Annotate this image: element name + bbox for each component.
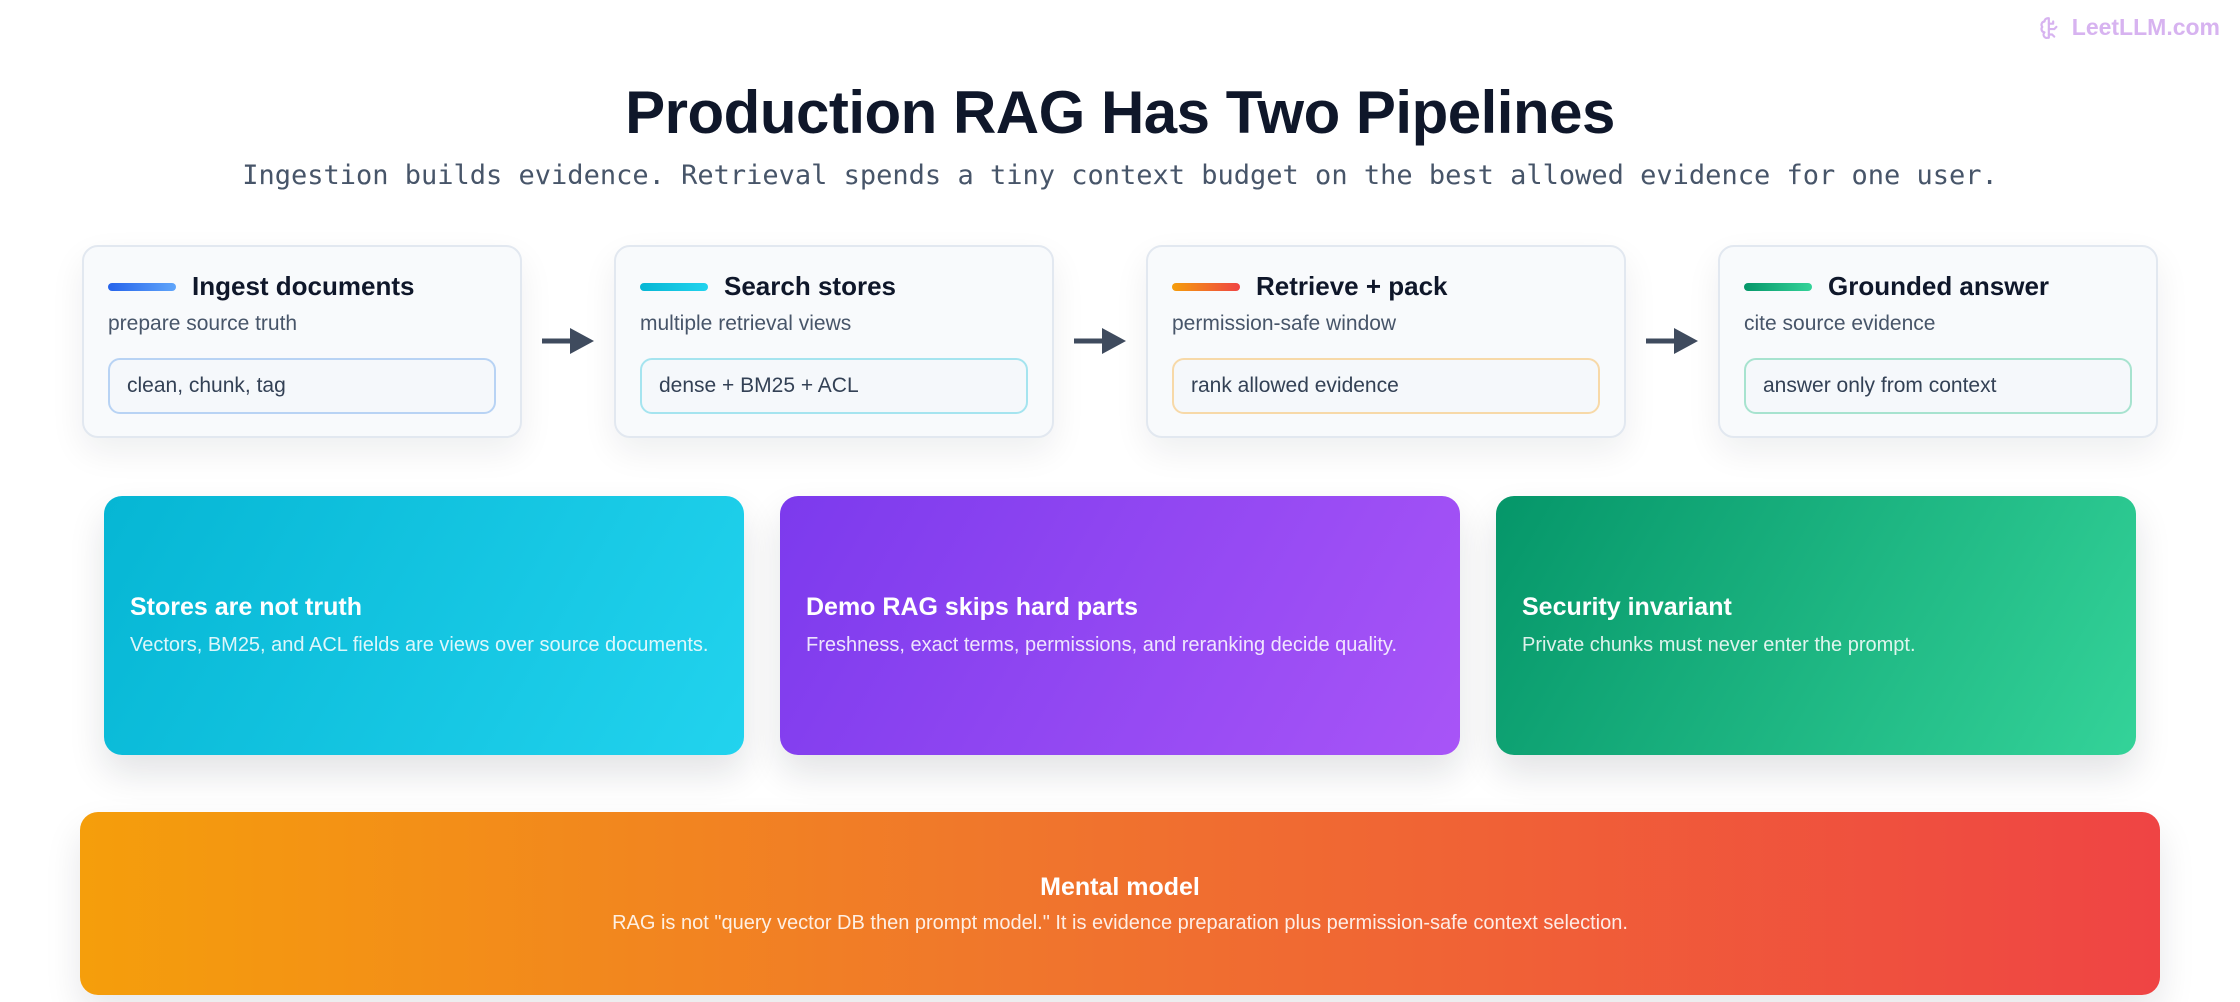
step-subtitle: permission-safe window [1172,312,1397,335]
step-grounded-answer: Grounded answer cite source evidence ans… [1718,245,2158,438]
arrow-right-icon [542,328,594,354]
step-title: Grounded answer [1828,271,2050,301]
brain-icon [2040,16,2058,39]
step-accent-bar [1744,282,1812,291]
brand-label: LeetLLM.com [2071,14,2220,40]
brand-logo: LeetLLM.com [2038,14,2220,41]
arrow-right-icon [1074,328,1126,354]
page-title: Production RAG Has Two Pipelines [625,79,1615,146]
step-subtitle: cite source evidence [1744,312,1936,335]
arrow-right-icon [1646,328,1698,354]
step-title: Ingest documents [192,271,415,301]
step-subtitle: prepare source truth [108,312,298,335]
card-title: Security invariant [1522,593,1732,621]
step-chip: answer only from context [1744,358,2132,414]
card-security-invariant: Security invariant Private chunks must n… [1496,496,2136,755]
mental-model-banner: Mental model RAG is not "query vector DB… [80,812,2160,995]
card-body: Freshness, exact terms, permissions, and… [806,634,1398,656]
step-accent-bar [108,282,176,291]
step-retrieve-pack: Retrieve + pack permission-safe window r… [1146,245,1626,438]
card-body: Private chunks must never enter the prom… [1522,634,1916,656]
card-title: Demo RAG skips hard parts [806,593,1139,621]
banner-title: Mental model [1040,872,1200,901]
step-search-stores: Search stores multiple retrieval views d… [614,245,1054,438]
step-chip: clean, chunk, tag [108,358,496,414]
card-body: Vectors, BM25, and ACL fields are views … [130,634,709,656]
step-ingest-documents: Ingest documents prepare source truth cl… [82,245,522,438]
step-subtitle: multiple retrieval views [640,312,852,335]
step-chip: rank allowed evidence [1172,358,1600,414]
step-chip: dense + BM25 + ACL [640,358,1028,414]
step-title: Search stores [724,271,896,301]
step-title: Retrieve + pack [1256,271,1448,301]
banner-body: RAG is not "query vector DB then prompt … [612,911,1628,934]
card-demo-rag: Demo RAG skips hard parts Freshness, exa… [780,496,1460,755]
step-accent-bar [640,282,708,291]
step-accent-bar [1172,282,1240,291]
card-stores-not-truth: Stores are not truth Vectors, BM25, and … [104,496,744,755]
page-subtitle: Ingestion builds evidence. Retrieval spe… [242,160,1998,191]
card-title: Stores are not truth [130,593,362,621]
